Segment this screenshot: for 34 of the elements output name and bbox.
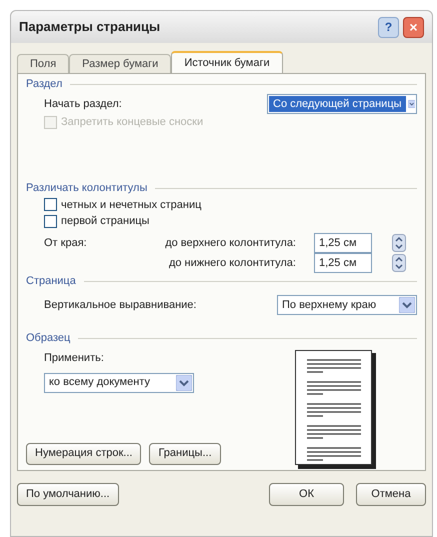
vertical-alignment-dropdown[interactable]: По верхнему краю <box>277 295 417 316</box>
field-label: до нижнего колонтитула: <box>168 256 297 272</box>
tab[interactable]: Источник бумаги <box>171 51 283 73</box>
spinner-icon[interactable] <box>392 254 406 272</box>
checkbox[interactable] <box>44 198 57 212</box>
field-label: Начать раздел: <box>44 96 122 112</box>
help-button[interactable]: ? <box>378 16 399 38</box>
checkbox-label: Запретить концевые сноски <box>61 115 204 130</box>
default-button[interactable]: По умолчанию... <box>17 483 119 506</box>
apply-to-dropdown[interactable]: ко всему документу <box>44 372 194 393</box>
group-title: Образец <box>26 330 70 346</box>
spinner-icon[interactable] <box>392 234 406 252</box>
field-label: Применить: <box>44 351 105 366</box>
field-label: до верхнего колонтитула: <box>164 236 297 251</box>
ok-button[interactable]: ОК <box>269 483 344 506</box>
checkbox-label: четных и нечетных страниц <box>61 198 202 213</box>
section-start-dropdown[interactable]: Со следующей страницы <box>267 94 417 114</box>
field-label: От края: <box>44 236 87 249</box>
button[interactable]: Границы... <box>149 442 221 465</box>
tab[interactable]: Поля <box>17 54 70 73</box>
group-title: Раздел <box>26 76 62 92</box>
group-title: Различать колонтитулы <box>26 181 148 196</box>
window-title: Параметры страницы <box>19 18 162 36</box>
spin-field[interactable]: 1,25 см <box>314 253 372 274</box>
spin-field[interactable]: 1,25 см <box>314 233 372 254</box>
cancel-button[interactable]: Отмена <box>356 483 426 506</box>
field-label: Вертикальное выравнивание: <box>44 298 196 314</box>
checkbox[interactable] <box>44 214 57 228</box>
group-title: Страница <box>26 274 76 290</box>
button[interactable]: Нумерация строк... <box>26 442 142 465</box>
checkbox-label: первой страницы <box>61 214 150 230</box>
dropdown-arrow-icon <box>399 297 415 314</box>
dropdown-arrow-icon <box>176 374 192 391</box>
tab[interactable]: Размер бумаги <box>69 54 172 73</box>
